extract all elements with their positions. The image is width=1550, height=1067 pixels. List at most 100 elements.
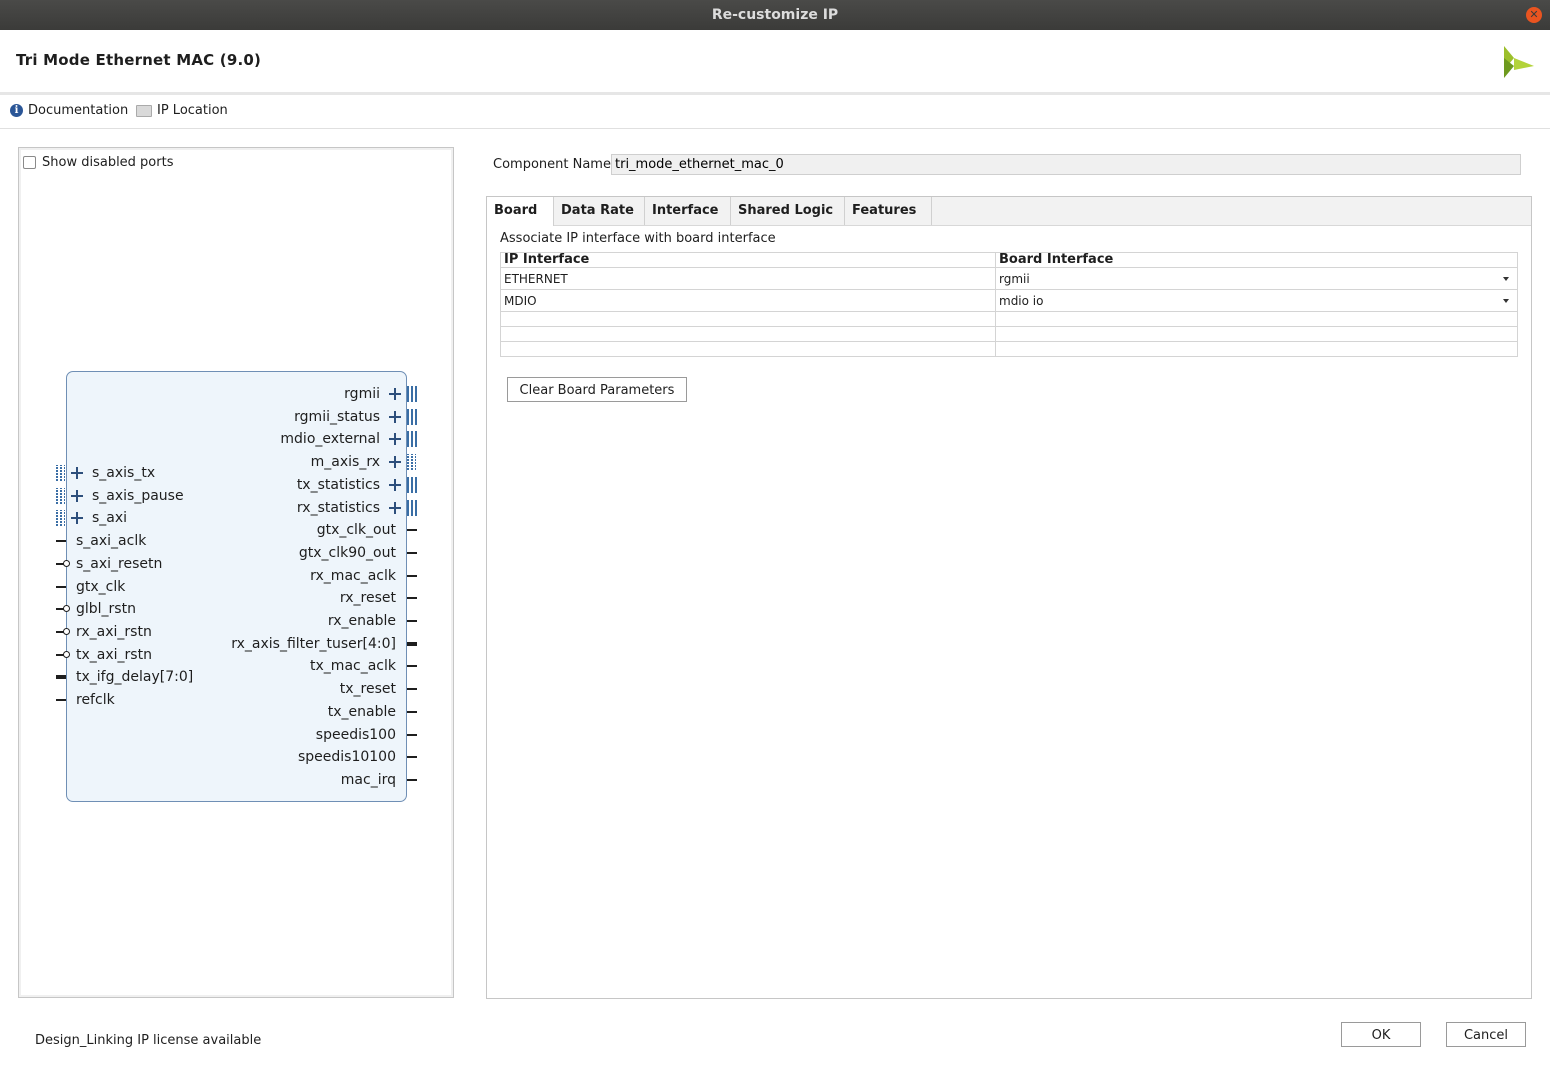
close-window-button[interactable]: ✕ bbox=[1526, 7, 1542, 23]
bus-interface-icon bbox=[407, 431, 417, 448]
left-port-label: gtx_clk bbox=[76, 578, 126, 595]
port-pin-icon bbox=[407, 710, 417, 713]
chevron-down-icon bbox=[1503, 277, 1509, 281]
expand-plus-icon[interactable] bbox=[71, 489, 83, 502]
bus-interface-icon bbox=[56, 510, 65, 527]
table-row: MDIO mdio io bbox=[500, 289, 1518, 312]
port-pin-icon bbox=[407, 529, 417, 532]
port-pin-icon bbox=[407, 756, 417, 759]
tab-board[interactable]: Board bbox=[487, 197, 554, 226]
expand-plus-icon[interactable] bbox=[389, 388, 401, 400]
left-port-label: rx_axi_rstn bbox=[76, 623, 152, 640]
tab-interface[interactable]: Interface bbox=[645, 197, 731, 225]
board-interface-table: IP Interface Board Interface ETHERNET rg… bbox=[500, 252, 1518, 357]
ip-location-label: IP Location bbox=[157, 103, 228, 118]
port-pin-icon bbox=[407, 778, 417, 781]
port-pin-icon bbox=[56, 627, 70, 635]
clear-board-parameters-button[interactable]: Clear Board Parameters bbox=[507, 377, 687, 402]
port-pin-icon bbox=[56, 699, 66, 701]
ip-interface-cell: ETHERNET bbox=[500, 267, 996, 290]
bus-interface-icon bbox=[407, 386, 417, 402]
port-pin-icon bbox=[56, 650, 70, 658]
ip-title: Tri Mode Ethernet MAC (9.0) bbox=[16, 51, 262, 69]
license-status: Design_Linking IP license available bbox=[35, 1033, 262, 1048]
expand-plus-icon[interactable] bbox=[71, 467, 83, 479]
col-ip-interface: IP Interface bbox=[500, 252, 996, 268]
documentation-label: Documentation bbox=[28, 103, 129, 118]
config-tabs-panel: Board Data Rate Interface Shared Logic F… bbox=[486, 196, 1532, 999]
window-titlebar: Re-customize IP ✕ bbox=[0, 0, 1550, 30]
port-pin-icon bbox=[407, 597, 417, 600]
bus-interface-icon bbox=[407, 499, 417, 516]
right-port-label: rgmii_status bbox=[294, 408, 380, 425]
expand-plus-icon[interactable] bbox=[389, 501, 401, 514]
bus-interface-icon bbox=[407, 408, 417, 425]
checkbox-box[interactable] bbox=[23, 156, 36, 169]
right-port-label: rx_reset bbox=[339, 590, 396, 607]
right-port-label: rx_statistics bbox=[296, 499, 380, 516]
bus-interface-icon bbox=[407, 476, 417, 493]
right-port-label: speedis100 bbox=[315, 726, 396, 743]
port-pin-icon bbox=[56, 585, 66, 588]
show-disabled-ports-checkbox[interactable]: Show disabled ports bbox=[23, 155, 173, 170]
table-row-empty bbox=[500, 341, 1518, 357]
window-title: Re-customize IP bbox=[711, 7, 839, 23]
left-port-label: refclk bbox=[76, 692, 115, 708]
right-port-label: gtx_clk_out bbox=[316, 522, 396, 539]
documentation-link[interactable]: i Documentation bbox=[10, 103, 128, 118]
tab-shared-logic[interactable]: Shared Logic bbox=[731, 197, 845, 225]
port-pin-icon bbox=[407, 620, 417, 622]
links-bar: i Documentation IP Location bbox=[0, 95, 1550, 129]
expand-plus-icon[interactable] bbox=[389, 478, 401, 491]
right-port-label: tx_mac_aclk bbox=[310, 658, 396, 675]
board-interface-value: rgmii bbox=[999, 271, 1030, 286]
board-interface-dropdown[interactable]: rgmii bbox=[995, 267, 1518, 290]
tab-features[interactable]: Features bbox=[845, 197, 932, 225]
ip-interface-cell: MDIO bbox=[500, 289, 996, 312]
ok-button[interactable]: OK bbox=[1341, 1022, 1421, 1047]
right-port-label: tx_reset bbox=[339, 681, 396, 698]
expand-plus-icon[interactable] bbox=[389, 410, 401, 423]
board-interface-value: mdio io bbox=[999, 293, 1044, 308]
right-port-label: speedis10100 bbox=[297, 749, 396, 766]
port-pin-icon bbox=[56, 605, 70, 613]
xilinx-logo-icon bbox=[1504, 46, 1534, 78]
table-row: ETHERNET rgmii bbox=[500, 267, 1518, 290]
info-icon: i bbox=[10, 104, 23, 117]
expand-plus-icon[interactable] bbox=[389, 456, 401, 469]
table-row-empty bbox=[500, 326, 1518, 342]
ip-location-link[interactable]: IP Location bbox=[136, 103, 228, 118]
expand-plus-icon[interactable] bbox=[71, 512, 83, 525]
port-pin-icon bbox=[407, 641, 417, 646]
right-port-label: rgmii bbox=[344, 386, 380, 402]
folder-icon bbox=[136, 104, 152, 117]
port-pin-icon bbox=[407, 574, 417, 577]
expand-plus-icon[interactable] bbox=[389, 433, 401, 446]
component-name-input[interactable] bbox=[611, 154, 1521, 175]
chevron-down-icon bbox=[1503, 299, 1509, 303]
port-pin-icon bbox=[407, 733, 417, 736]
dialog-header: Tri Mode Ethernet MAC (9.0) bbox=[0, 30, 1550, 95]
right-port-label: mac_irq bbox=[340, 771, 396, 788]
right-port-label: rx_mac_aclk bbox=[310, 567, 396, 584]
right-port-label: rx_enable bbox=[327, 613, 396, 629]
tab-data-rate[interactable]: Data Rate bbox=[554, 197, 645, 225]
left-port-label: tx_axi_rstn bbox=[76, 646, 152, 663]
col-board-interface: Board Interface bbox=[995, 252, 1518, 268]
port-pin-icon bbox=[407, 551, 417, 554]
left-port-label: s_axis_tx bbox=[92, 465, 156, 481]
right-port-label: tx_enable bbox=[327, 703, 396, 720]
right-port-label: rx_axis_filter_tuser[4:0] bbox=[231, 635, 396, 652]
tab-bar: Board Data Rate Interface Shared Logic F… bbox=[487, 197, 1531, 226]
left-port-label: tx_ifg_delay[7:0] bbox=[76, 669, 194, 686]
bus-interface-icon bbox=[407, 454, 416, 471]
show-disabled-ports-label: Show disabled ports bbox=[42, 155, 174, 170]
port-pin-icon bbox=[407, 688, 417, 691]
left-port-label: s_axis_pause bbox=[92, 487, 184, 504]
cancel-button[interactable]: Cancel bbox=[1446, 1022, 1526, 1047]
left-port-label: s_axi_resetn bbox=[76, 555, 163, 572]
board-interface-dropdown[interactable]: mdio io bbox=[995, 289, 1518, 312]
left-port-label: s_axi_aclk bbox=[76, 533, 147, 550]
component-name-label: Component Name bbox=[493, 157, 611, 172]
bus-interface-icon bbox=[56, 465, 65, 481]
